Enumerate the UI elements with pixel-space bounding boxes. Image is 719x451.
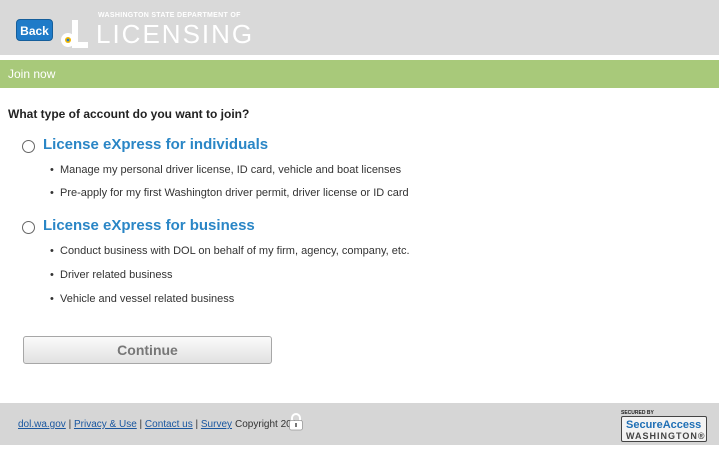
footer-link-privacy[interactable]: Privacy & Use — [74, 419, 137, 430]
page-title: Join now — [8, 67, 56, 81]
logo-subtitle: WASHINGTON STATE DEPARTMENT OF — [98, 12, 241, 19]
bullet-dot: • — [50, 269, 54, 281]
header-bar: Back WASHINGTON STATE DEPARTMENT OF LICE… — [0, 0, 719, 55]
dol-logo-mark-icon — [61, 20, 88, 48]
separator: | — [192, 419, 201, 430]
footer-links: dol.wa.gov | Privacy & Use | Contact us … — [18, 419, 303, 430]
secure-badge-box: SecureAccess WASHINGTON® — [621, 416, 707, 442]
option-individuals-label[interactable]: License eXpress for individuals — [43, 136, 268, 153]
footer-link-contact[interactable]: Contact us — [145, 419, 193, 430]
dol-logo: WASHINGTON STATE DEPARTMENT OF LICENSING — [60, 8, 260, 52]
option-business-label[interactable]: License eXpress for business — [43, 217, 255, 234]
secure-badge-line1: SecureAccess — [626, 419, 702, 431]
question-label: What type of account do you want to join… — [8, 107, 250, 121]
list-item: • Driver related business — [50, 269, 173, 281]
continue-button[interactable]: Continue — [23, 336, 272, 364]
separator: | — [136, 419, 145, 430]
bullet-dot: • — [50, 187, 54, 199]
radio-business[interactable] — [22, 221, 35, 234]
footer-link-dol[interactable]: dol.wa.gov — [18, 419, 66, 430]
logo-title: LICENSING — [96, 19, 255, 49]
bullet-dot: • — [50, 293, 54, 305]
list-item: • Manage my personal driver license, ID c… — [50, 164, 401, 176]
list-item: • Pre-apply for my first Washington drive… — [50, 187, 409, 199]
footer-link-survey[interactable]: Survey — [201, 419, 232, 430]
list-item-text: Pre-apply for my first Washington driver… — [60, 187, 409, 199]
back-button[interactable]: Back — [16, 19, 53, 41]
list-item: • Conduct business with DOL on behalf of … — [50, 245, 410, 257]
list-item-text: Driver related business — [60, 269, 173, 281]
list-item-text: Vehicle and vessel related business — [60, 293, 235, 305]
list-item: • Vehicle and vessel related business — [50, 293, 234, 305]
bullet-dot: • — [50, 164, 54, 176]
footer: dol.wa.gov | Privacy & Use | Contact us … — [0, 403, 719, 445]
radio-individuals[interactable] — [22, 140, 35, 153]
list-item-text: Conduct business with DOL on behalf of m… — [60, 245, 410, 257]
title-band: Join now — [0, 60, 719, 88]
secure-badge-line2: WASHINGTON® — [626, 431, 706, 441]
lock-icon — [289, 413, 303, 431]
bullet-dot: • — [50, 245, 54, 257]
separator: | — [65, 419, 74, 430]
secure-access-badge: SECURED BY SecureAccess WASHINGTON® — [621, 410, 707, 442]
list-item-text: Manage my personal driver license, ID ca… — [60, 164, 402, 176]
